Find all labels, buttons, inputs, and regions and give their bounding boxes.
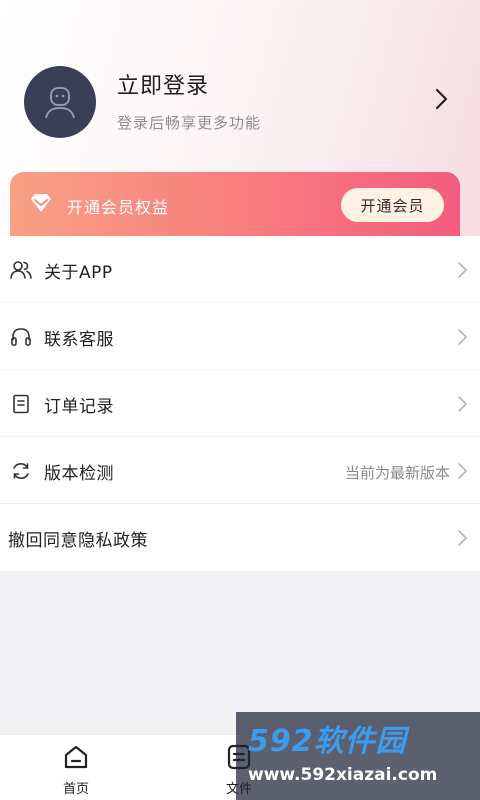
chevron-right-icon (458, 530, 467, 546)
tab-home[interactable]: 首页 (31, 735, 121, 800)
menu-item-version-check[interactable]: 版本检测 当前为最新版本 (0, 437, 480, 504)
user-placeholder-icon (45, 87, 75, 119)
menu-label: 版本检测 (44, 464, 114, 484)
settings-menu: 关于APP 联系客服 订单记录 版本检测 当前为最新版本 撤回同意隐私政策 (0, 236, 480, 571)
chevron-right-icon (458, 396, 467, 412)
menu-item-contact-support[interactable]: 联系客服 (0, 303, 480, 370)
order-icon (13, 394, 29, 414)
login-title[interactable]: 立即登录 (117, 68, 209, 100)
menu-item-order-history[interactable]: 订单记录 (0, 370, 480, 437)
version-status: 当前为最新版本 (344, 464, 450, 482)
site-watermark: 592软件园 www.592xiazai.com (236, 712, 480, 800)
diamond-icon (31, 194, 51, 212)
menu-label: 关于APP (44, 263, 113, 283)
headset-icon (11, 328, 31, 346)
watermark-title: 592软件园 (248, 724, 407, 759)
chevron-right-icon (458, 262, 467, 278)
home-icon (64, 745, 88, 769)
chevron-right-icon[interactable] (432, 87, 452, 111)
chevron-right-icon (458, 329, 467, 345)
chevron-right-icon (458, 463, 467, 479)
tab-label: 首页 (62, 782, 89, 797)
menu-label: 撤回同意隐私政策 (8, 531, 148, 551)
menu-label: 联系客服 (44, 330, 114, 350)
menu-label: 订单记录 (44, 397, 114, 417)
users-icon (10, 261, 32, 279)
vip-label: 开通会员权益 (67, 198, 170, 217)
refresh-icon (13, 462, 29, 480)
menu-item-revoke-privacy[interactable]: 撤回同意隐私政策 (0, 504, 480, 571)
watermark-url: www.592xiazai.com (248, 765, 438, 785)
login-subtitle: 登录后畅享更多功能 (117, 114, 262, 132)
open-vip-button[interactable]: 开通会员 (341, 188, 444, 222)
avatar[interactable] (24, 66, 96, 138)
vip-banner[interactable]: 开通会员权益 开通会员 (10, 172, 460, 236)
menu-item-about[interactable]: 关于APP (0, 236, 480, 303)
